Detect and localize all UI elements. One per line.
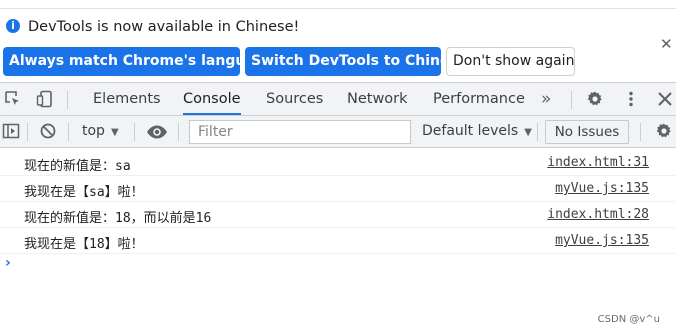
gear-icon[interactable] [586, 90, 604, 108]
execution-context-select[interactable]: top ▼ [82, 123, 119, 139]
console-toolbar: top ▼ Filter Default levels ▼ No Issues [0, 116, 676, 148]
settings-icon[interactable] [655, 122, 673, 140]
source-link[interactable]: index.html:28 [547, 207, 649, 222]
inspect-icon[interactable] [4, 90, 22, 108]
info-icon: i [6, 19, 20, 33]
issues-button[interactable]: No Issues [545, 120, 629, 144]
toolbar-divider [640, 123, 641, 141]
toolbar-divider [537, 123, 538, 141]
eye-icon[interactable] [146, 123, 168, 141]
infobar-message: DevTools is now available in Chinese! [28, 19, 300, 35]
kebab-menu-icon[interactable] [622, 90, 640, 108]
toolbar-divider [27, 123, 28, 141]
chevron-down-icon: ▼ [524, 127, 532, 138]
source-link[interactable]: myVue.js:135 [555, 233, 649, 248]
source-link[interactable]: index.html:31 [547, 155, 649, 170]
toolbar-divider [68, 123, 69, 141]
sidebar-toggle-icon[interactable] [2, 122, 20, 140]
device-toggle-icon[interactable] [36, 90, 54, 108]
always-match-language-button[interactable]: Always match Chrome's language [3, 47, 274, 76]
console-message: 我现在是【18】啦！ [24, 237, 144, 252]
toolbar-divider [178, 123, 179, 141]
filter-input[interactable]: Filter [189, 120, 411, 144]
close-devtools-icon[interactable] [656, 90, 674, 108]
console-row: 现在的新值是：sa index.html:31 [0, 150, 676, 176]
tab-performance[interactable]: Performance [433, 83, 525, 115]
toolbar-divider [67, 91, 68, 109]
console-messages: 现在的新值是：sa index.html:31 我现在是【sa】啦！ myVue… [0, 150, 676, 254]
context-label: top [82, 123, 105, 139]
console-row: 现在的新值是：18，而以前是16 index.html:28 [0, 202, 676, 228]
console-row: 我现在是【sa】啦！ myVue.js:135 [0, 176, 676, 202]
tab-sources[interactable]: Sources [266, 83, 323, 115]
more-tabs-button[interactable]: » [541, 83, 551, 115]
toolbar-divider [571, 91, 572, 109]
tab-console[interactable]: Console [183, 83, 241, 115]
dont-show-again-button[interactable]: Don't show again [446, 47, 575, 76]
window-top-edge [0, 0, 676, 9]
tab-network[interactable]: Network [347, 83, 408, 115]
log-levels-label: Default levels [422, 123, 519, 139]
log-levels-select[interactable]: Default levels ▼ [422, 123, 532, 139]
toolbar-divider [134, 123, 135, 141]
clear-console-icon[interactable] [39, 122, 57, 140]
source-link[interactable]: myVue.js:135 [555, 181, 649, 196]
close-icon[interactable]: ✕ [660, 37, 673, 52]
console-message: 现在的新值是：sa [24, 159, 131, 174]
console-row: 我现在是【18】啦！ myVue.js:135 [0, 228, 676, 254]
chevron-down-icon: ▼ [110, 127, 119, 138]
devtools-tab-bar: Elements Console Sources Network Perform… [0, 82, 676, 116]
prompt-chevron-icon[interactable]: › [5, 255, 11, 271]
console-message: 现在的新值是：18，而以前是16 [24, 211, 212, 226]
switch-to-chinese-button[interactable]: Switch DevTools to Chinese [245, 47, 467, 76]
watermark: CSDN @v^u [597, 314, 660, 325]
console-message: 我现在是【sa】啦！ [24, 185, 144, 200]
language-infobar: i DevTools is now available in Chinese! … [0, 9, 676, 81]
tab-elements[interactable]: Elements [93, 83, 161, 115]
